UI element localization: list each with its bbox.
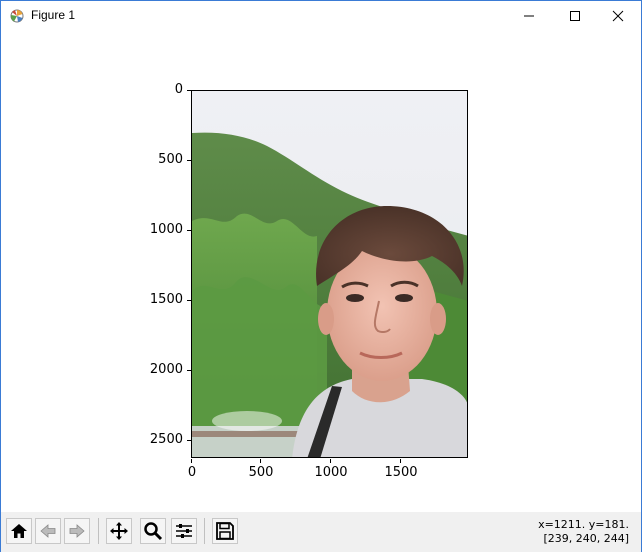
y-tick-label: 1000 <box>149 222 183 237</box>
y-tick-label: 2000 <box>149 362 183 377</box>
toolbar-separator <box>98 518 99 544</box>
photo-image <box>192 91 467 457</box>
pan-button[interactable] <box>106 518 132 544</box>
title-bar[interactable]: Figure 1 <box>1 1 641 31</box>
back-button[interactable] <box>35 518 61 544</box>
minimize-icon <box>524 15 534 17</box>
forward-button[interactable] <box>64 518 90 544</box>
window-title: Figure 1 <box>31 8 76 22</box>
configure-subplots-icon <box>176 524 192 538</box>
cursor-readout: x=1211. y=181. [239, 240, 244] <box>538 518 629 546</box>
toolbar-separator <box>204 518 205 544</box>
pixel-value: [239, 240, 244] <box>543 532 629 545</box>
y-tick-label: 0 <box>174 82 183 97</box>
close-icon <box>612 10 624 22</box>
cursor-coords: x=1211. y=181. <box>538 518 629 531</box>
minimize-button[interactable] <box>506 1 552 31</box>
x-tick-label: 1000 <box>314 465 348 480</box>
y-tick-label: 1500 <box>149 292 183 307</box>
maximize-icon <box>570 11 580 21</box>
maximize-button[interactable] <box>552 1 598 31</box>
x-tick-mark <box>400 459 401 463</box>
forward-icon <box>69 524 85 538</box>
home-button[interactable] <box>6 518 32 544</box>
x-tick-label: 1500 <box>384 465 418 480</box>
figure-window: Figure 1 0 500 1000 1500 2000 2500 0 500… <box>0 0 642 552</box>
back-icon <box>40 524 56 538</box>
x-tick-label: 500 <box>248 465 274 480</box>
y-tick-label: 500 <box>158 152 183 167</box>
configure-subplots-button[interactable] <box>171 518 197 544</box>
x-tick-mark <box>191 459 192 463</box>
home-icon <box>11 524 27 538</box>
y-tick-label: 2500 <box>149 432 183 447</box>
matplotlib-logo-icon <box>10 8 24 23</box>
x-tick-mark <box>260 459 261 463</box>
x-tick-label: 0 <box>187 465 197 480</box>
close-button[interactable] <box>595 1 641 31</box>
zoom-icon <box>144 522 163 541</box>
navigation-toolbar: x=1211. y=181. [239, 240, 244] <box>1 512 641 552</box>
save-icon <box>216 522 234 540</box>
x-tick-mark <box>330 459 331 463</box>
pan-icon <box>110 522 128 540</box>
save-button[interactable] <box>212 518 238 544</box>
image-axes[interactable] <box>191 90 468 458</box>
zoom-button[interactable] <box>140 518 166 544</box>
